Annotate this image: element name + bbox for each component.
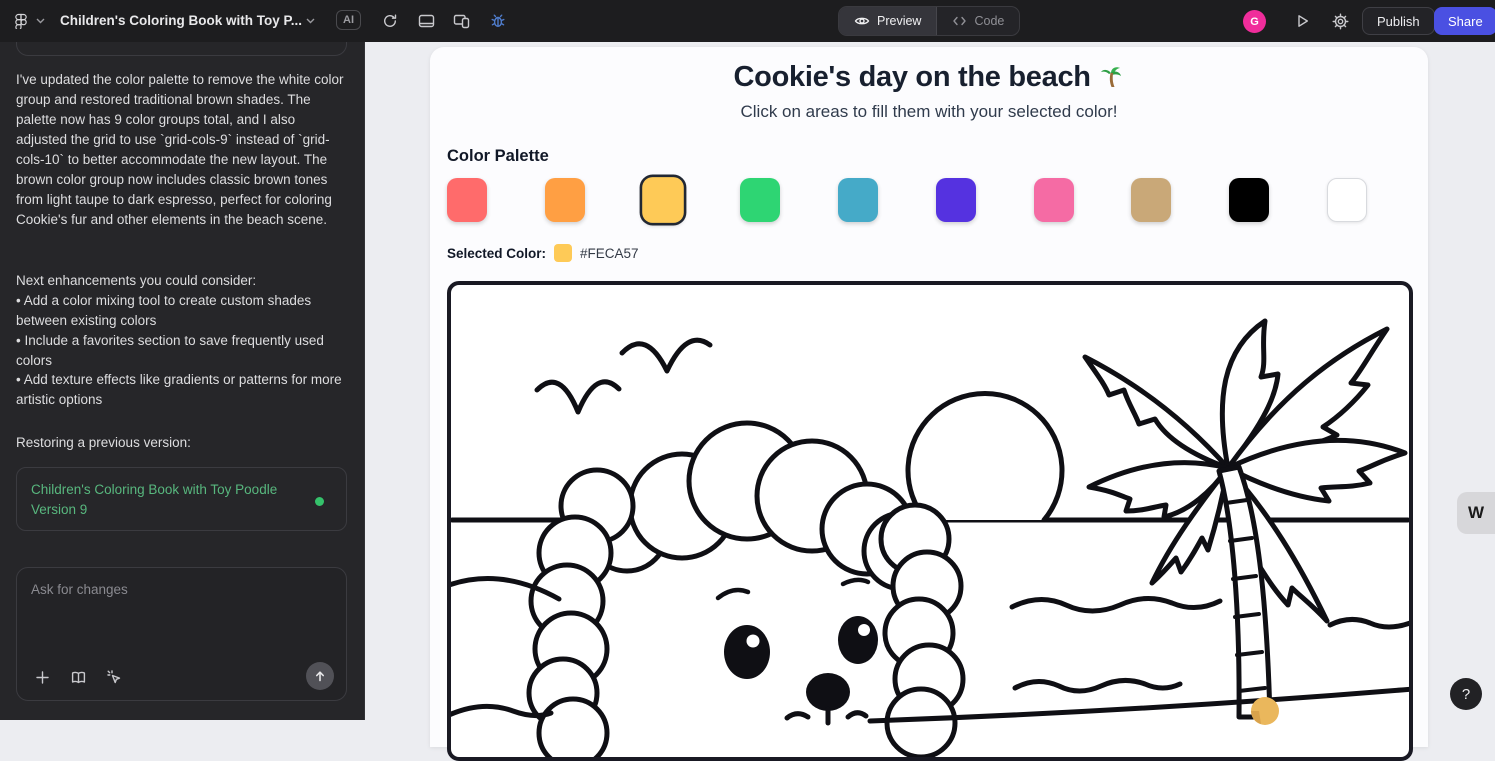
selected-color-label: Selected Color: <box>447 246 546 261</box>
version-status-dot <box>315 497 324 506</box>
top-toolbar: Children's Coloring Book with Toy P... A… <box>0 0 1495 42</box>
chat-input[interactable] <box>31 582 331 597</box>
share-button[interactable]: Share <box>1434 7 1495 35</box>
palette-heading: Color Palette <box>447 147 549 166</box>
assistant-message: I've updated the color palette to remove… <box>16 70 348 230</box>
bird-icon[interactable] <box>537 382 619 412</box>
palette-swatch[interactable] <box>1229 178 1269 222</box>
previous-message-card <box>16 42 347 56</box>
coloring-app-card: Cookie's day on the beach Click on areas… <box>430 47 1428 747</box>
color-palette <box>447 178 1367 222</box>
page-subtitle: Click on areas to fill them with your se… <box>430 102 1428 122</box>
file-title[interactable]: Children's Coloring Book with Toy P... <box>60 13 302 28</box>
palette-swatch[interactable] <box>642 177 684 223</box>
gear-icon[interactable] <box>1326 7 1354 35</box>
figma-logo-icon[interactable] <box>13 13 29 29</box>
workspace-chevron-icon[interactable] <box>36 18 45 24</box>
title-chevron-icon[interactable] <box>306 18 315 24</box>
add-attachment-icon[interactable] <box>31 666 53 688</box>
code-label: Code <box>974 14 1004 28</box>
ai-badge: AI <box>336 10 361 30</box>
w-badge[interactable]: W <box>1457 492 1495 534</box>
selected-color-value: #FECA57 <box>580 246 639 261</box>
palette-swatch[interactable] <box>1327 178 1367 222</box>
page-title: Cookie's day on the beach <box>430 61 1428 94</box>
palette-swatch[interactable] <box>1034 178 1074 222</box>
select-element-icon[interactable] <box>103 666 125 688</box>
preview-canvas-area: Cookie's day on the beach Click on areas… <box>365 42 1495 720</box>
palette-swatch[interactable] <box>447 178 487 222</box>
palette-swatch[interactable] <box>1131 178 1171 222</box>
publish-button[interactable]: Publish <box>1362 7 1435 35</box>
bird-icon[interactable] <box>622 340 710 371</box>
version-card[interactable]: Children's Coloring Book with Toy Poodle… <box>16 467 347 531</box>
sun-shape[interactable] <box>908 394 1062 520</box>
play-icon[interactable] <box>1288 7 1316 35</box>
palette-swatch[interactable] <box>545 178 585 222</box>
palette-swatch[interactable] <box>740 178 780 222</box>
devices-icon[interactable] <box>448 7 476 35</box>
bug-icon[interactable] <box>484 7 512 35</box>
chat-input-card <box>16 567 347 701</box>
refresh-icon[interactable] <box>376 7 404 35</box>
avatar[interactable]: G <box>1243 10 1266 33</box>
palette-swatch[interactable] <box>838 178 878 222</box>
coloring-scene <box>447 281 1413 761</box>
selected-color-chip <box>554 244 572 262</box>
enhancements-intro: Next enhancements you could consider: <box>16 271 348 291</box>
palm-tree-emoji <box>1098 63 1124 89</box>
view-mode-toggle: Preview Code <box>838 6 1020 36</box>
help-button[interactable]: ? <box>1450 678 1482 710</box>
version-card-title: Children's Coloring Book with Toy Poodle <box>31 480 312 500</box>
enhancement-item: • Include a favorites section to save fr… <box>16 331 348 371</box>
tab-code[interactable]: Code <box>937 7 1019 35</box>
restoring-label: Restoring a previous version: <box>16 433 348 453</box>
chat-sidebar: I've updated the color palette to remove… <box>0 42 365 720</box>
enhancement-item: • Add a color mixing tool to create cust… <box>16 291 348 331</box>
coconut-colored-area[interactable] <box>1251 697 1279 725</box>
guidelines-book-icon[interactable] <box>67 666 89 688</box>
preview-label: Preview <box>877 14 921 28</box>
version-card-subtitle: Version 9 <box>31 502 312 517</box>
selected-color-row: Selected Color: #FECA57 <box>447 244 639 262</box>
enhancement-item: • Add texture effects like gradients or … <box>16 370 348 410</box>
panel-bottom-icon[interactable] <box>412 7 440 35</box>
tab-preview[interactable]: Preview <box>839 7 937 35</box>
send-button[interactable] <box>306 662 334 690</box>
palette-swatch[interactable] <box>936 178 976 222</box>
coloring-drawing-canvas[interactable] <box>447 281 1413 761</box>
